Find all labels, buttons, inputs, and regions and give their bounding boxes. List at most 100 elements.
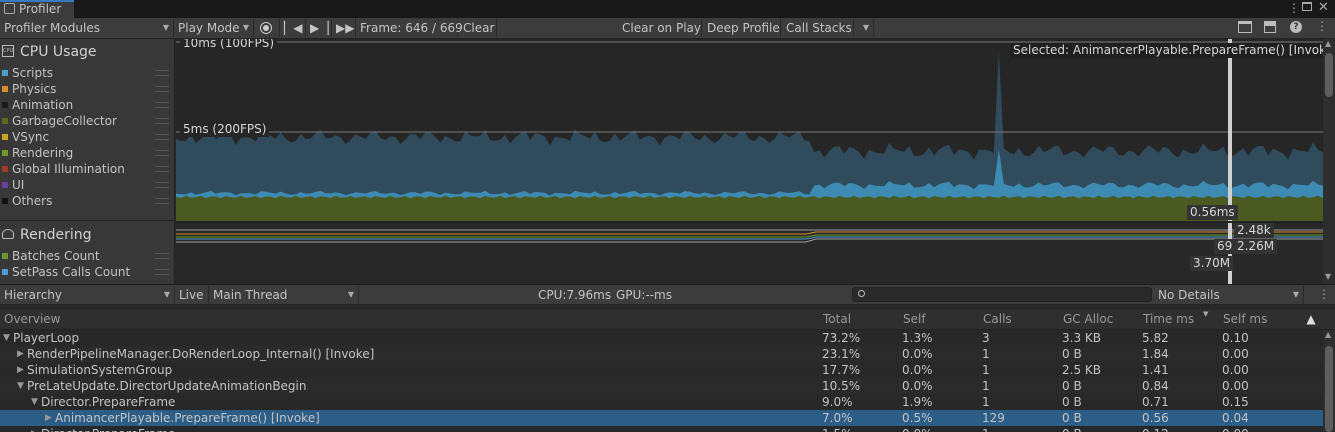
chart-scrollbar[interactable]: ▲ ▼ xyxy=(1323,39,1335,284)
cpu-chart-svg xyxy=(176,39,1323,221)
next-frame-button[interactable]: ▶▕ xyxy=(306,19,332,37)
col-gc-alloc[interactable]: GC Alloc xyxy=(1058,310,1138,329)
drag-handle-icon[interactable] xyxy=(155,182,169,188)
drag-handle-icon[interactable] xyxy=(155,269,169,275)
cpu-legend-garbagecollector[interactable]: GarbageCollector xyxy=(0,113,175,129)
profiler-tab[interactable]: Profiler xyxy=(0,0,74,18)
current-frame-button[interactable]: ▶▶ xyxy=(332,19,356,37)
row-self: 1.3% xyxy=(902,331,933,345)
drag-handle-icon[interactable] xyxy=(155,102,169,108)
drag-handle-icon[interactable] xyxy=(155,150,169,156)
col-calls[interactable]: Calls xyxy=(978,310,1058,329)
col-total[interactable]: Total xyxy=(818,310,898,329)
rendering-module-header[interactable]: Rendering xyxy=(0,225,175,245)
call-stacks-toggle[interactable]: Call Stacks xyxy=(782,19,854,37)
settings-menu-icon[interactable]: ⋮ xyxy=(1316,19,1328,33)
table-row[interactable]: ▼ Director.PrepareFrame 9.0% 1.9% 1 0 B 0.71 0.… xyxy=(0,394,1323,410)
col-overview[interactable]: Overview xyxy=(0,310,818,329)
table-row[interactable]: ▶ AnimancerPlayable.PrepareFrame() [Invok… xyxy=(0,410,1323,426)
table-row[interactable]: ▶Director.PrepareFrame 1.5% 0.0% 1 0 B 0.12 0.… xyxy=(0,426,1323,432)
expanded-triangle-icon[interactable]: ▼ xyxy=(3,330,10,346)
cpu-legend-scripts[interactable]: Scripts xyxy=(0,65,175,81)
table-row[interactable]: ▼ PreLateUpdate.DirectorUpdateAnimationBe… xyxy=(0,378,1323,394)
cpu-legend-global-illumination[interactable]: Global Illumination xyxy=(0,161,175,177)
call-stacks-dropdown[interactable] xyxy=(854,19,874,37)
search-input[interactable] xyxy=(871,288,1141,301)
row-total: 23.1% xyxy=(822,347,861,361)
kebab-menu-icon[interactable]: ⋮ xyxy=(1288,0,1300,16)
collapsed-triangle-icon[interactable]: ▶ xyxy=(17,346,24,362)
drag-handle-icon[interactable] xyxy=(155,253,169,259)
cpu-chart[interactable]: 10ms (100FPS) 5ms (200FPS) Selected: Ani… xyxy=(176,39,1323,221)
rendering-legend-batches-count[interactable]: Batches Count xyxy=(0,248,175,264)
scroll-down-icon[interactable]: ▼ xyxy=(1325,272,1331,281)
load-icon[interactable] xyxy=(1238,21,1252,33)
rendering-chart[interactable]: 2.48k 69 2.26M 3.70M xyxy=(176,222,1323,284)
previous-frame-button[interactable]: ▏◀ xyxy=(280,19,306,37)
collapsed-triangle-icon[interactable]: ▶ xyxy=(45,410,52,426)
search-field[interactable] xyxy=(852,287,1152,302)
drag-handle-icon[interactable] xyxy=(155,198,169,204)
expanded-triangle-icon[interactable]: ▼ xyxy=(17,378,24,394)
cpu-legend-physics[interactable]: Physics xyxy=(0,81,175,97)
profiler-modules-dropdown[interactable]: Profiler Modules xyxy=(0,19,174,37)
details-dropdown[interactable]: No Details xyxy=(1154,286,1304,304)
rendering-value-a: 2.48k xyxy=(1234,223,1274,238)
view-type-dropdown[interactable]: Hierarchy xyxy=(0,286,175,304)
view-type-label: Hierarchy xyxy=(4,288,63,302)
table-row[interactable]: ▶ RenderPipelineManager.DoRenderLoop_Inte… xyxy=(0,346,1323,362)
rendering-legend-setpass-calls-count[interactable]: SetPass Calls Count xyxy=(0,264,175,280)
details-label: No Details xyxy=(1158,288,1220,302)
record-button[interactable] xyxy=(254,19,280,37)
row-time: 0.84 xyxy=(1142,379,1169,393)
scroll-thumb[interactable] xyxy=(1325,53,1333,97)
legend-label: VSync xyxy=(12,130,50,144)
maximize-icon[interactable] xyxy=(1302,2,1312,11)
row-gc: 2.5 KB xyxy=(1062,363,1101,377)
legend-label: Others xyxy=(12,194,53,208)
clear-on-play-label: Clear on Play xyxy=(622,21,701,35)
label-5ms: 5ms (200FPS) xyxy=(180,122,270,137)
cpu-legend-others[interactable]: Others xyxy=(0,193,175,209)
drag-handle-icon[interactable] xyxy=(155,118,169,124)
collapsed-triangle-icon[interactable]: ▶ xyxy=(31,426,38,432)
row-selfms: 0.15 xyxy=(1222,395,1249,409)
cpu-legend-ui[interactable]: UI xyxy=(0,177,175,193)
cpu-legend-rendering[interactable]: Rendering xyxy=(0,145,175,161)
expanded-triangle-icon[interactable]: ▼ xyxy=(31,394,38,410)
table-row[interactable]: ▼ PlayerLoop 73.2% 1.3% 3 3.3 KB 5.82 0.10 xyxy=(0,330,1323,346)
drag-handle-icon[interactable] xyxy=(155,86,169,92)
col-self-ms[interactable]: Self ms xyxy=(1218,310,1298,329)
clear-on-play-toggle[interactable]: Clear on Play xyxy=(618,19,702,37)
drag-handle-icon[interactable] xyxy=(155,134,169,140)
close-icon[interactable]: ✕ xyxy=(1318,0,1329,16)
play-mode-dropdown[interactable]: Play Mode xyxy=(174,19,254,37)
legend-swatch xyxy=(2,198,8,204)
clear-button[interactable]: Clear xyxy=(459,19,497,37)
table-scroll-thumb[interactable] xyxy=(1325,346,1333,432)
table-scrollbar[interactable]: ▲ xyxy=(1323,330,1335,432)
row-time: 0.56 xyxy=(1142,411,1169,425)
drag-handle-icon[interactable] xyxy=(155,70,169,76)
cpu-legend-vsync[interactable]: VSync xyxy=(0,129,175,145)
table-scroll-up-icon[interactable]: ▲ xyxy=(1325,330,1331,339)
row-time: 5.82 xyxy=(1142,331,1169,345)
table-row[interactable]: ▶ SimulationSystemGroup 17.7% 0.0% 1 2.5 KB 1.… xyxy=(0,362,1323,378)
deep-profile-toggle[interactable]: Deep Profile xyxy=(703,19,781,37)
save-icon[interactable] xyxy=(1264,21,1276,33)
thread-dropdown[interactable]: Main Thread xyxy=(209,286,359,304)
drag-handle-icon[interactable] xyxy=(155,166,169,172)
details-menu-icon[interactable]: ⋮ xyxy=(1318,287,1330,301)
row-total: 9.0% xyxy=(822,395,853,409)
legend-label: Batches Count xyxy=(12,249,100,263)
row-gc: 0 B xyxy=(1062,411,1082,425)
scroll-up-icon[interactable]: ▲ xyxy=(1325,39,1331,48)
live-toggle[interactable]: Live xyxy=(175,286,209,304)
cpu-module-header[interactable]: CPU CPU Usage xyxy=(0,42,175,62)
help-icon[interactable]: ? xyxy=(1290,21,1302,33)
collapsed-triangle-icon[interactable]: ▶ xyxy=(17,362,24,378)
column-menu-button[interactable]: ▲ xyxy=(1298,310,1323,329)
cpu-legend-animation[interactable]: Animation xyxy=(0,97,175,113)
row-calls: 1 xyxy=(982,347,990,361)
col-self[interactable]: Self xyxy=(898,310,978,329)
